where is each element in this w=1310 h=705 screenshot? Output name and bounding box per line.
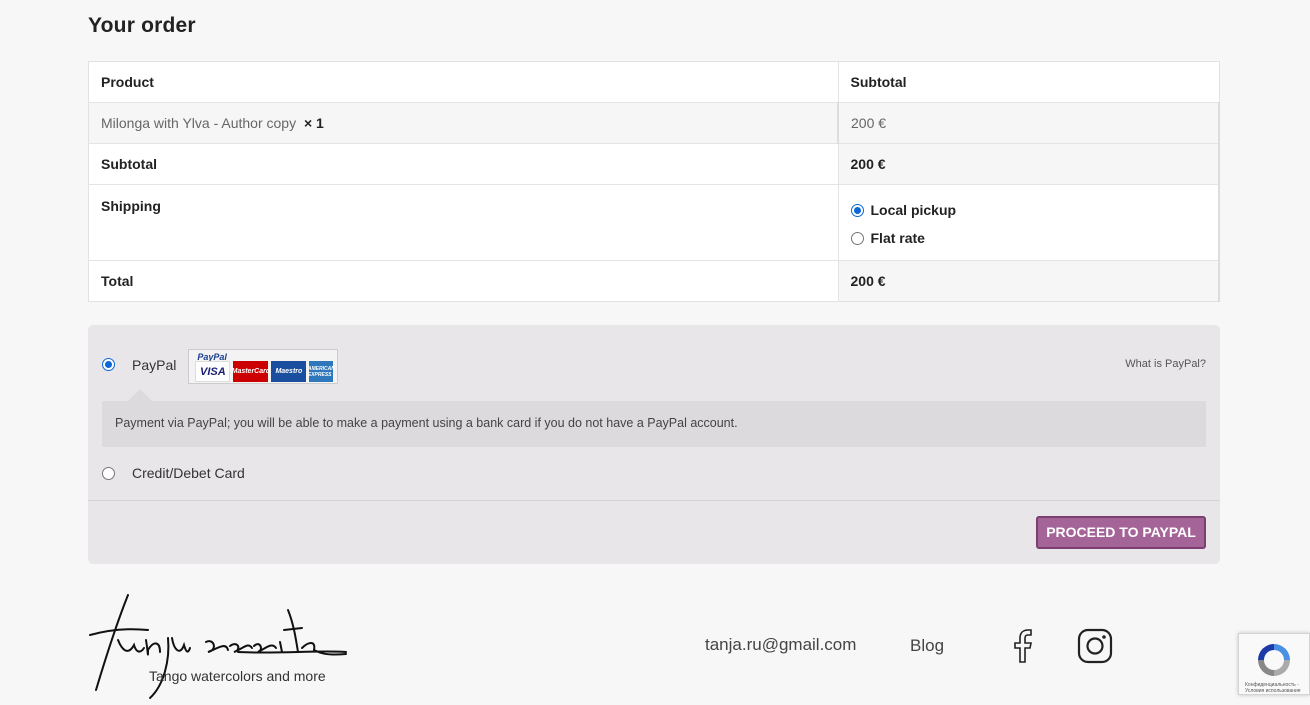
recaptcha-icon <box>1258 644 1290 676</box>
recaptcha-text[interactable]: Конфиденциальность - Условия использован… <box>1245 682 1307 694</box>
radio-card[interactable] <box>102 466 115 480</box>
column-header-subtotal: Subtotal <box>837 61 1219 103</box>
paypal-acceptance-mark: PayPal VISA MasterCard Maestro AMERICAN … <box>188 349 339 384</box>
shipping-option-flat-rate[interactable]: Flat rate <box>850 224 1207 252</box>
amex-icon: AMERICAN EXPRESS <box>308 361 335 382</box>
proceed-to-paypal-button[interactable]: PROCEED TO PAYPAL <box>1036 516 1206 549</box>
payment-method-paypal[interactable]: PayPal PayPal VISA MasterCard Maestro AM… <box>102 347 339 384</box>
table-header: Product Subtotal <box>89 61 1219 103</box>
payment-method-label[interactable]: Credit/Debet Card <box>132 465 245 481</box>
instagram-icon[interactable] <box>1077 628 1113 669</box>
total-value: 200 € <box>837 260 1220 302</box>
radio-paypal[interactable] <box>102 358 115 371</box>
order-table: Product Subtotal Milonga with Ylva - Aut… <box>88 61 1220 302</box>
mastercard-icon: MasterCard <box>232 361 270 382</box>
visa-card-icon: VISA <box>195 361 231 382</box>
item-name: Milonga with Ylva - Author copy <box>101 115 297 131</box>
blog-link[interactable]: Blog <box>910 636 944 656</box>
payment-method-label[interactable]: PayPal <box>132 357 176 373</box>
table-row: Milonga with Ylva - Author copy × 1 200 … <box>88 102 1220 144</box>
email-link[interactable]: tanja.ru@gmail.com <box>705 635 856 655</box>
subtotal-row: Subtotal 200 € <box>88 143 1220 185</box>
shipping-options: Local pickup Flat rate <box>837 184 1220 261</box>
payment-section: PayPal PayPal VISA MasterCard Maestro AM… <box>88 325 1220 564</box>
subtotal-label: Subtotal <box>88 143 838 185</box>
site-logo[interactable]: Tango watercolors and more <box>88 590 358 700</box>
item-price: 200 € <box>837 102 1220 144</box>
shipping-row: Shipping Local pickup Flat rate <box>88 184 1220 261</box>
shipping-option-label[interactable]: Local pickup <box>871 202 957 218</box>
total-label: Total <box>88 260 838 302</box>
facebook-icon[interactable] <box>1010 628 1038 669</box>
tagline: Tango watercolors and more <box>149 668 326 684</box>
column-header-product: Product <box>101 74 154 90</box>
shipping-option-label[interactable]: Flat rate <box>871 230 925 246</box>
subtotal-value: 200 € <box>837 143 1220 185</box>
what-is-paypal-link[interactable]: What is PayPal? <box>1125 358 1206 370</box>
recaptcha-badge[interactable]: Конфиденциальность - Условия использован… <box>1238 633 1310 695</box>
maestro-icon: Maestro <box>271 361 307 382</box>
page-title: Your order <box>88 14 196 37</box>
shipping-option-local-pickup[interactable]: Local pickup <box>850 196 1207 224</box>
divider <box>88 500 1220 501</box>
item-cell: Milonga with Ylva - Author copy × 1 <box>88 102 838 144</box>
shipping-label: Shipping <box>88 184 838 261</box>
payment-method-card[interactable]: Credit/Debet Card <box>102 465 245 481</box>
item-qty: × 1 <box>303 115 324 131</box>
paypal-description: Payment via PayPal; you will be able to … <box>102 389 1206 447</box>
total-row: Total 200 € <box>88 260 1220 302</box>
radio-flat-rate[interactable] <box>850 231 864 245</box>
radio-local-pickup[interactable] <box>850 203 864 217</box>
